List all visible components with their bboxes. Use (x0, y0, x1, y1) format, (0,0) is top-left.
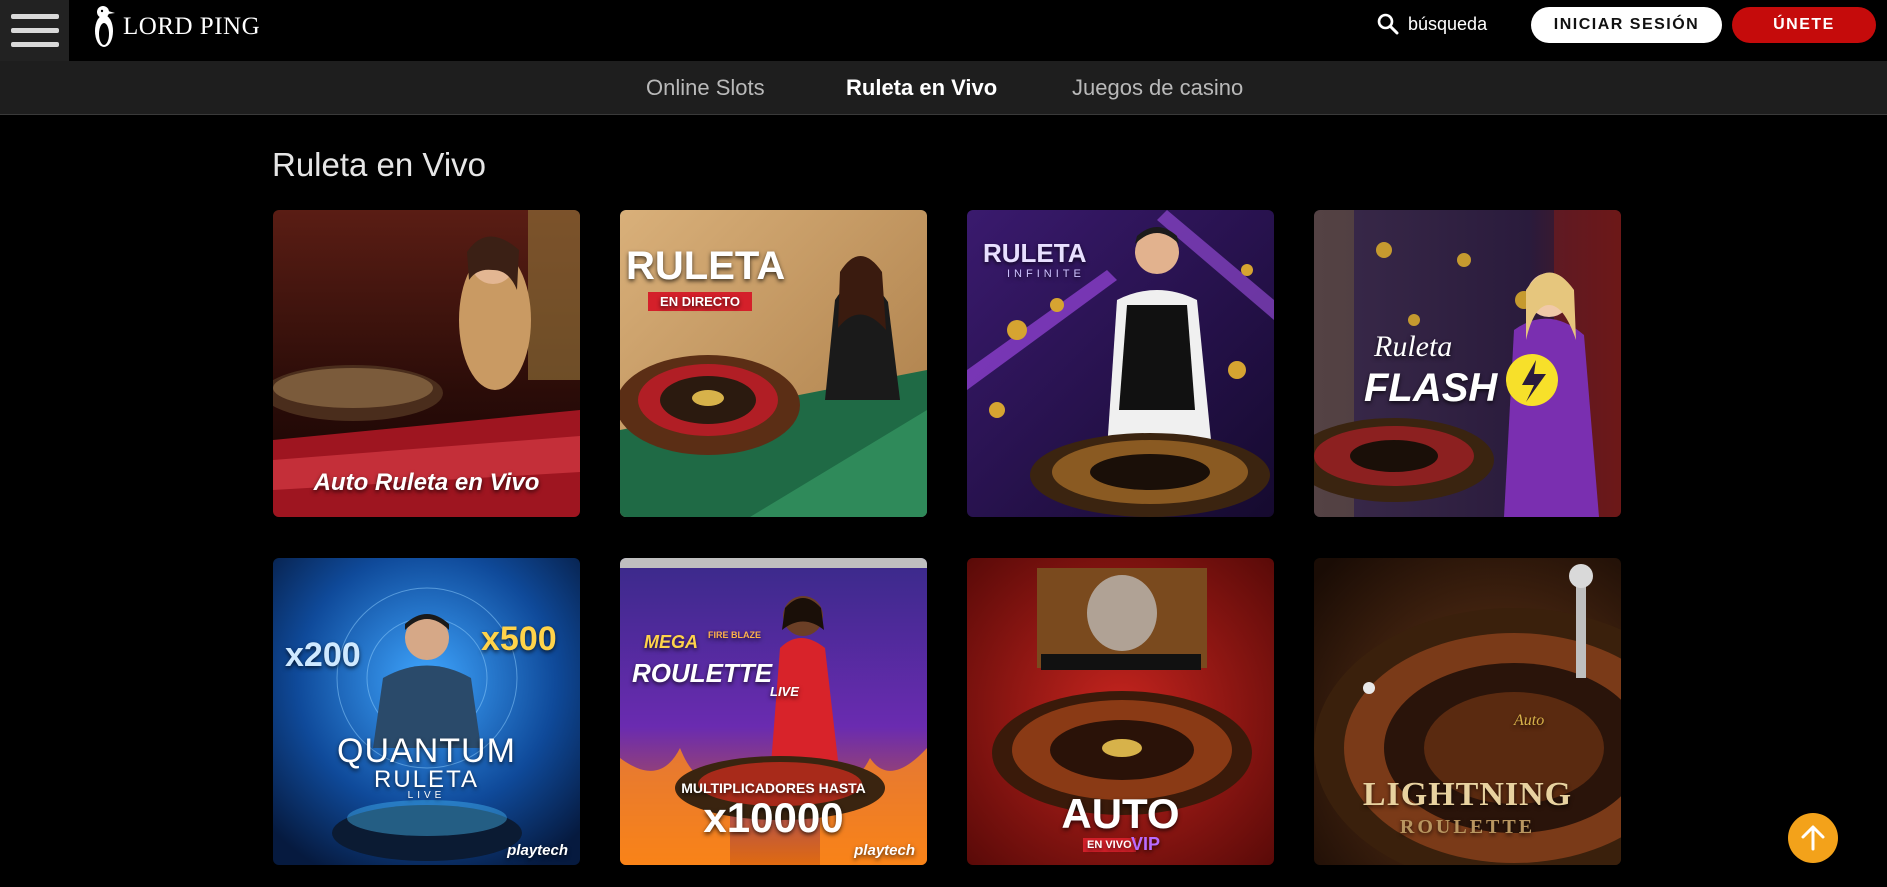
game-card-ruleta-en-directo[interactable]: RULETA EN DIRECTO (620, 210, 927, 517)
game-card-ruleta-flash[interactable]: Ruleta FLASH (1314, 210, 1621, 517)
search-icon (1377, 13, 1399, 35)
game-brand-sub: FIRE BLAZE (708, 630, 761, 640)
game-card-ruleta-infinite[interactable]: RULETA INFINITE (967, 210, 1274, 517)
category-nav: Online Slots Ruleta en Vivo Juegos de ca… (0, 61, 1887, 115)
game-multiplier: x10000 (703, 794, 844, 841)
hamburger-menu-icon[interactable] (0, 0, 69, 61)
nav-juegos-de-casino[interactable]: Juegos de casino (1072, 75, 1243, 101)
logo[interactable]: LORD PING (91, 2, 260, 52)
search[interactable]: búsqueda (1376, 10, 1487, 38)
game-title: AUTO (1061, 790, 1180, 837)
game-brand: MEGA (644, 632, 698, 652)
game-card-mega-fire-blaze-roulette[interactable]: MEGA FIRE BLAZE ROULETTE LIVE MULTIPLICA… (620, 558, 927, 865)
game-title: ROULETTE (632, 658, 773, 688)
game-card-quantum-ruleta[interactable]: x200 x500 QUANTUM RULETA LIVE playtech (273, 558, 580, 865)
game-card-auto-ruleta-en-vivo[interactable]: Auto Ruleta en Vivo (273, 210, 580, 517)
game-title: Ruleta (1374, 330, 1453, 363)
game-card-auto-vip[interactable]: AUTO EN VIVO VIP (967, 558, 1274, 865)
arrow-up-icon (1801, 825, 1825, 851)
game-thumbnail (273, 558, 580, 865)
game-subtitle: LIVE (770, 684, 799, 699)
game-thumbnail (1314, 210, 1621, 517)
page-title: Ruleta en Vivo (272, 146, 487, 183)
game-tag: LIVE (407, 790, 446, 801)
scroll-to-top-button[interactable] (1788, 813, 1838, 863)
game-subtitle: ROULETTE (1399, 816, 1536, 838)
game-title: RULETA (626, 244, 786, 288)
nav-ruleta-en-vivo[interactable]: Ruleta en Vivo (846, 75, 997, 101)
game-tag: Auto (1514, 712, 1545, 729)
game-tag: VIP (1131, 834, 1161, 854)
game-caption: Auto Ruleta en Vivo (313, 469, 540, 496)
provider-logo: playtech (507, 842, 568, 859)
game-subtitle: INFINITE (1007, 268, 1085, 280)
game-subtitle: FLASH (1364, 366, 1498, 410)
game-subtitle: EN DIRECTO (648, 292, 752, 311)
provider-logo: playtech (854, 842, 915, 859)
login-button[interactable]: INICIAR SESIÓN (1531, 7, 1722, 43)
game-subtitle: EN VIVO (1083, 838, 1136, 852)
game-card-lightning-roulette[interactable]: Auto LIGHTNING ROULETTE (1314, 558, 1621, 865)
search-label: búsqueda (1408, 13, 1488, 34)
game-title: RULETA (983, 238, 1087, 268)
penguin-icon (95, 6, 115, 47)
logo-text: LORD PING (123, 13, 261, 40)
multiplier-right: x500 (481, 620, 557, 658)
multiplier-left: x200 (285, 636, 361, 674)
top-bar: LORD PING búsqueda INICIAR SESIÓN ÚNETE (0, 0, 1887, 61)
game-title: LIGHTNING (1362, 776, 1573, 813)
nav-online-slots[interactable]: Online Slots (646, 75, 765, 101)
join-button[interactable]: ÚNETE (1732, 7, 1876, 43)
